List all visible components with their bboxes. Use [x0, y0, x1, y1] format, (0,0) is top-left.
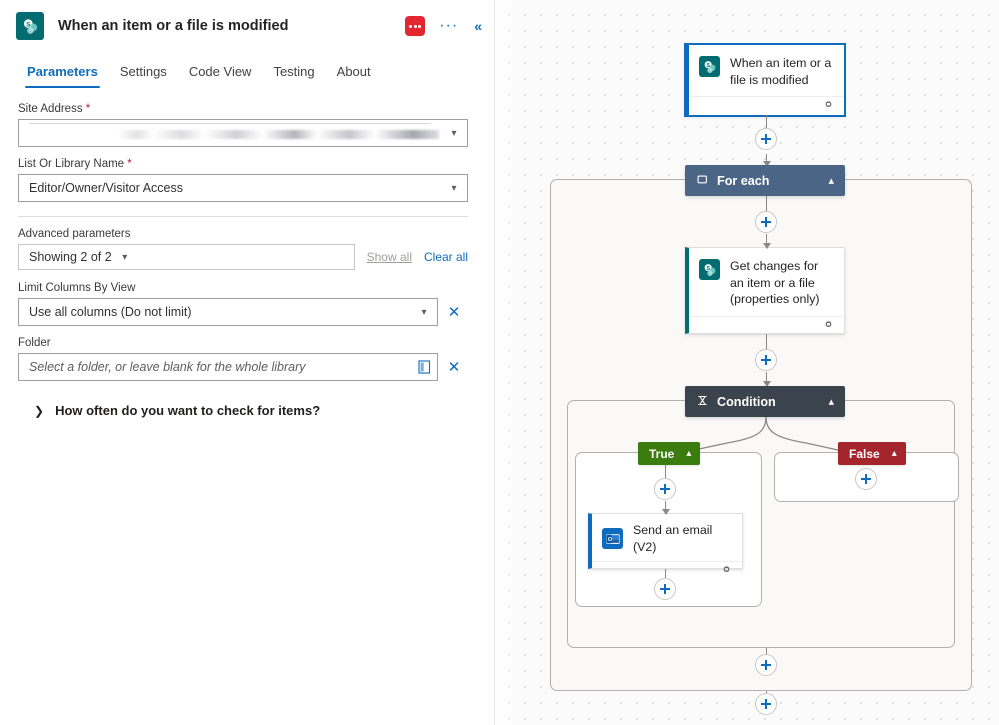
chevron-up-icon[interactable]: ▴	[828, 395, 834, 408]
list-or-library-label: List Or Library Name *	[18, 158, 468, 170]
chevron-down-icon[interactable]: ▾	[112, 252, 138, 263]
folder-label: Folder	[18, 337, 51, 349]
limit-columns-value: Use all columns (Do not limit)	[29, 305, 192, 319]
list-or-library-row: Editor/Owner/Visitor Access ▾	[18, 174, 468, 202]
required-asterisk: *	[127, 158, 132, 170]
chevron-down-icon[interactable]: ▾	[411, 307, 437, 318]
folder-input[interactable]: Select a folder, or leave blank for the …	[18, 353, 438, 381]
panel-tabs: Parameters Settings Code View Testing Ab…	[0, 58, 494, 88]
tab-settings[interactable]: Settings	[109, 58, 178, 88]
action-details-panel: S When an item or a file is modified ···…	[0, 0, 495, 725]
flow-canvas[interactable]: S When an item or a file is modified For…	[495, 0, 999, 725]
required-asterisk: *	[85, 103, 91, 115]
canvas-layer: S When an item or a file is modified For…	[495, 0, 999, 725]
list-or-library-input[interactable]: Editor/Owner/Visitor Access ▾	[18, 174, 468, 202]
parameters-form: Site Address * ▾ List Or Library Name * …	[0, 88, 494, 418]
add-step-after-trigger[interactable]	[755, 128, 777, 150]
false-branch-badge[interactable]: False ▴	[838, 442, 906, 465]
check-frequency-section-label: How often do you want to check for items…	[55, 403, 321, 418]
field-folder: Folder Select a folder, or leave blank f…	[18, 337, 468, 381]
condition-icon	[697, 395, 708, 409]
connector-true-to-plus	[665, 465, 667, 478]
chevron-right-icon: ❯	[34, 403, 45, 418]
chevron-up-icon[interactable]: ▴	[686, 448, 691, 459]
chevron-down-icon[interactable]: ▾	[441, 128, 467, 139]
chevron-up-icon[interactable]: ▴	[892, 448, 897, 459]
add-step-true-branch-bottom[interactable]	[654, 578, 676, 600]
svg-text:S: S	[26, 21, 30, 28]
check-frequency-section-toggle[interactable]: ❯ How often do you want to check for ite…	[34, 403, 468, 418]
tab-testing[interactable]: Testing	[262, 58, 325, 88]
more-options-button[interactable]: ···	[439, 18, 458, 34]
folder-placeholder: Select a folder, or leave blank for the …	[29, 360, 306, 374]
advanced-parameters-section: Advanced parameters Showing 2 of 2 ▾ Sho…	[18, 228, 468, 270]
site-address-label-text: Site Address	[18, 103, 83, 115]
site-address-input[interactable]: ▾	[18, 119, 468, 147]
site-address-label: Site Address *	[18, 103, 468, 115]
chevron-down-icon[interactable]: ▾	[441, 183, 467, 194]
clear-limit-columns-button[interactable]: ✕	[447, 305, 461, 320]
chevron-up-icon[interactable]: ▴	[828, 174, 834, 187]
condition-node-title: Condition	[717, 394, 776, 409]
site-address-redacted-value	[29, 120, 441, 146]
site-address-row: ▾	[18, 119, 468, 147]
clear-folder-button[interactable]: ✕	[447, 360, 461, 375]
collapse-panel-button[interactable]: «	[474, 18, 482, 34]
add-step-after-foreach[interactable]	[755, 693, 777, 715]
field-limit-columns-by-view: Limit Columns By View Use all columns (D…	[18, 282, 468, 326]
tab-parameters[interactable]: Parameters	[16, 58, 109, 88]
add-step-true-branch-top[interactable]	[654, 478, 676, 500]
false-branch-label: False	[849, 446, 880, 461]
add-step-in-foreach-top[interactable]	[755, 211, 777, 233]
condition-node[interactable]: Condition ▴	[685, 386, 845, 417]
clear-all-link[interactable]: Clear all	[424, 250, 468, 264]
arrow-to-sendemail	[662, 509, 670, 515]
sharepoint-icon: S	[16, 12, 44, 40]
limit-columns-input[interactable]: Use all columns (Do not limit) ▾	[18, 298, 438, 326]
list-or-library-value: Editor/Owner/Visitor Access	[29, 181, 183, 195]
folder-row: Select a folder, or leave blank for the …	[18, 353, 468, 381]
true-branch-label: True	[649, 446, 675, 461]
tab-about[interactable]: About	[326, 58, 382, 88]
loop-icon	[697, 174, 708, 188]
for-each-node[interactable]: For each ▴	[685, 165, 845, 196]
add-step-false-branch[interactable]	[855, 468, 877, 490]
advanced-parameters-select[interactable]: Showing 2 of 2 ▾	[18, 244, 355, 270]
for-each-node-title: For each	[717, 173, 770, 188]
error-badge[interactable]	[405, 16, 426, 36]
advanced-parameters-row: Showing 2 of 2 ▾ Show all Clear all	[18, 244, 468, 270]
advanced-parameters-label: Advanced parameters	[18, 228, 131, 240]
true-branch-badge[interactable]: True ▴	[638, 442, 701, 465]
list-or-library-label-text: List Or Library Name	[18, 158, 125, 170]
field-site-address: Site Address * ▾	[18, 103, 468, 147]
form-divider	[18, 216, 468, 217]
limit-columns-row: Use all columns (Do not limit) ▾ ✕	[18, 298, 468, 326]
show-all-link[interactable]: Show all	[367, 250, 412, 264]
page-title: When an item or a file is modified	[58, 18, 289, 34]
add-step-after-getchanges[interactable]	[755, 349, 777, 371]
condition-branch-edges	[684, 416, 848, 453]
panel-header: S When an item or a file is modified ···…	[0, 4, 494, 48]
advanced-parameters-value: Showing 2 of 2	[29, 250, 112, 264]
add-step-after-condition[interactable]	[755, 654, 777, 676]
folder-picker-icon[interactable]	[411, 360, 437, 374]
flow-designer: S When an item or a file is modified ···…	[0, 0, 999, 725]
limit-columns-label: Limit Columns By View	[18, 282, 136, 294]
field-list-or-library: List Or Library Name * Editor/Owner/Visi…	[18, 158, 468, 202]
tab-code-view[interactable]: Code View	[178, 58, 263, 88]
